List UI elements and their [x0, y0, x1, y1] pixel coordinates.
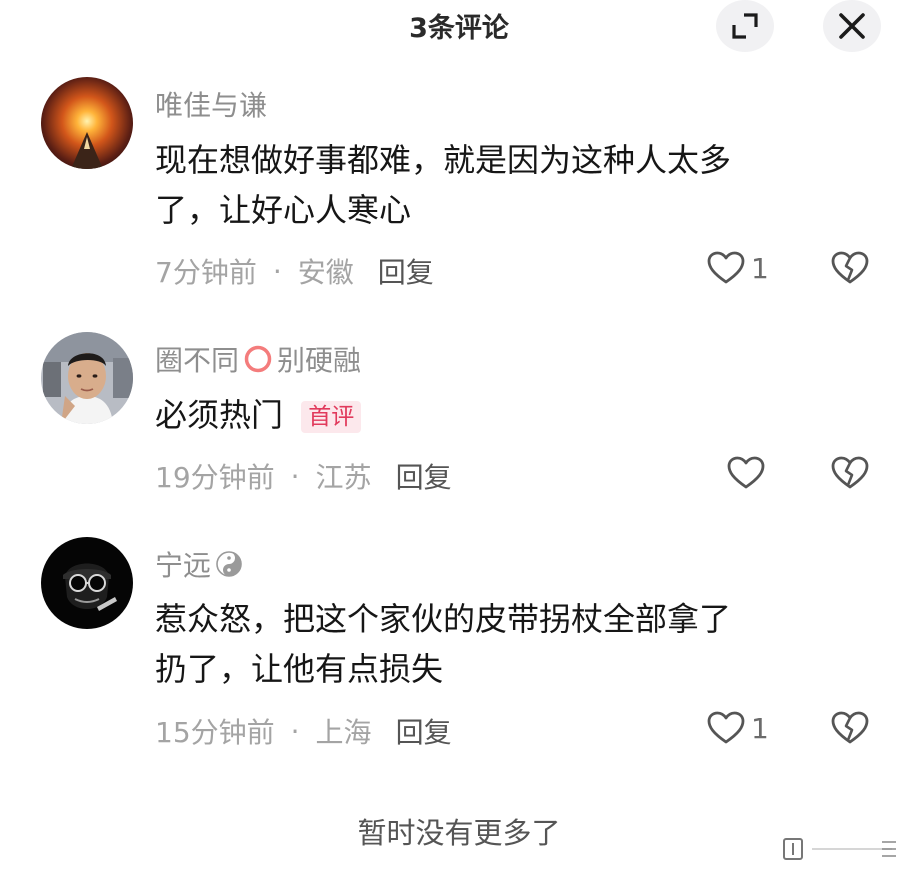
- meta-separator: ·: [290, 459, 300, 493]
- dislike-button[interactable]: [831, 456, 869, 494]
- comment-text: 现在想做好事都难，就是因为这种人太多 了，让好心人寒心: [155, 135, 855, 235]
- broken-heart-icon: [831, 711, 869, 744]
- comment-time: 19分钟前: [155, 461, 275, 494]
- avatar[interactable]: [41, 537, 133, 629]
- heart-icon: [727, 456, 765, 489]
- comment-time: 7分钟前: [155, 256, 257, 289]
- comment-username[interactable]: 圈不同 别硬融: [155, 339, 361, 379]
- circle-emoji-icon: [244, 345, 272, 373]
- meta-separator: ·: [290, 714, 300, 748]
- like-button[interactable]: [727, 456, 765, 490]
- close-button[interactable]: [823, 0, 881, 52]
- username-part: 宁远: [155, 549, 212, 582]
- username-part: 圈不同: [155, 344, 240, 377]
- username-part: 别硬融: [277, 344, 362, 377]
- reply-button[interactable]: 回复: [378, 251, 434, 291]
- dislike-button[interactable]: [831, 711, 869, 749]
- comment-location: 江苏: [315, 461, 372, 494]
- avatar[interactable]: [41, 332, 133, 424]
- dislike-button[interactable]: [831, 251, 869, 289]
- like-button[interactable]: 1: [707, 711, 769, 745]
- comment-text: 必须热门 首评: [155, 390, 855, 440]
- comment-location: 上海: [315, 716, 372, 749]
- comment-text-line: 惹众怒，把这个家伙的皮带拐杖全部拿了: [155, 600, 732, 638]
- comment-meta: 19分钟前 · 江苏 回复: [155, 456, 452, 496]
- keyboard-input-icon[interactable]: [782, 836, 900, 866]
- comment-text-line: 了，让好心人寒心: [155, 191, 412, 229]
- first-comment-badge: 首评: [301, 401, 362, 433]
- close-icon: [839, 13, 865, 39]
- like-button[interactable]: 1: [707, 251, 769, 285]
- comment-meta: 7分钟前 · 安徽 回复: [155, 251, 434, 291]
- comment-username[interactable]: 唯佳与谦: [155, 84, 267, 124]
- expand-icon: [732, 13, 758, 39]
- heart-icon: [707, 251, 745, 284]
- comment-time: 15分钟前: [155, 716, 275, 749]
- avatar[interactable]: [41, 77, 133, 169]
- like-count: 1: [751, 711, 769, 745]
- comment-username[interactable]: 宁远: [155, 544, 243, 584]
- reply-button[interactable]: 回复: [396, 456, 452, 496]
- comments-count-title: 3条评论: [409, 13, 509, 44]
- reply-button[interactable]: 回复: [396, 711, 452, 751]
- broken-heart-icon: [831, 456, 869, 489]
- heart-icon: [707, 711, 745, 744]
- like-count: 1: [751, 251, 769, 285]
- expand-button[interactable]: [716, 0, 774, 52]
- comment-text-line: 扔了，让他有点损失: [155, 650, 444, 688]
- comments-header: 3条评论: [0, 0, 918, 56]
- comment-meta: 15分钟前 · 上海 回复: [155, 711, 452, 751]
- broken-heart-icon: [831, 251, 869, 284]
- comment-location: 安徽: [297, 256, 354, 289]
- yin-yang-icon: [216, 551, 242, 577]
- no-more-comments-text: 暂时没有更多了: [357, 816, 561, 850]
- meta-separator: ·: [272, 254, 282, 288]
- comment-text-line: 必须热门: [155, 396, 284, 434]
- comment-text: 惹众怒，把这个家伙的皮带拐杖全部拿了 扔了，让他有点损失: [155, 594, 855, 694]
- comment-text-line: 现在想做好事都难，就是因为这种人太多: [155, 141, 732, 179]
